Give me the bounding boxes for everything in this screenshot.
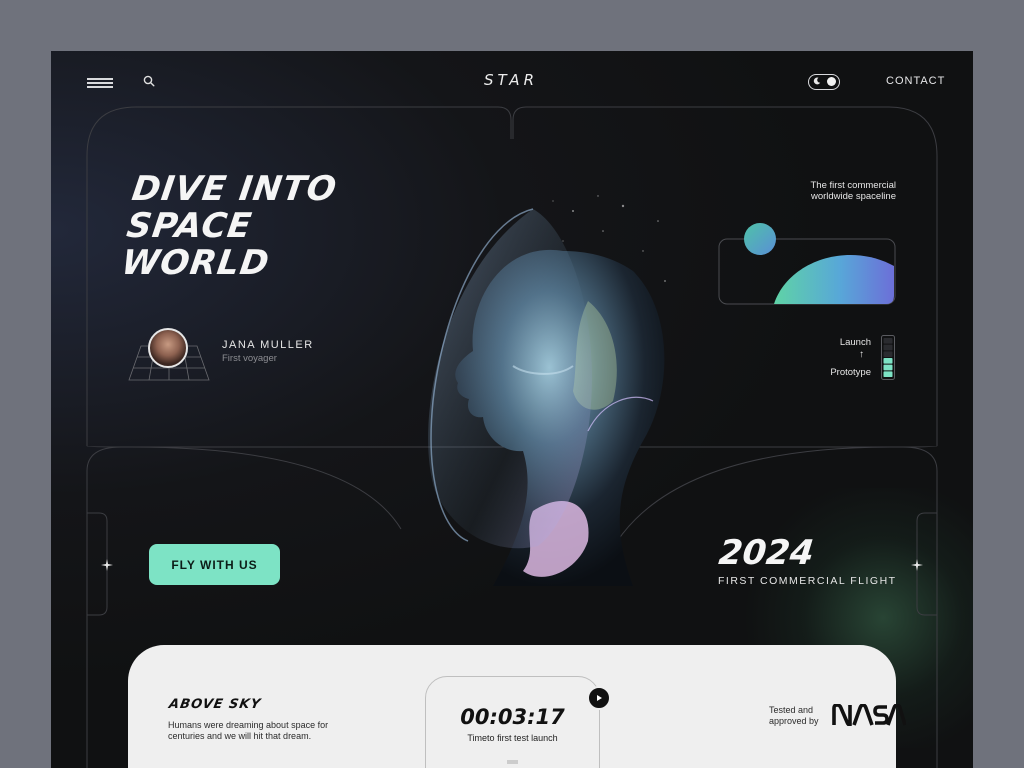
handle-icon	[507, 760, 518, 764]
stage-launch-label: Launch	[839, 337, 871, 348]
star-logo[interactable]: STAR	[461, 72, 561, 88]
menu-icon[interactable]	[87, 78, 113, 88]
svg-text:STAR: STAR	[484, 72, 538, 88]
avatar[interactable]	[148, 328, 188, 368]
stage-prototype-label: Prototype	[830, 367, 871, 378]
fly-with-us-button[interactable]: FLY WITH US	[149, 544, 280, 585]
search-icon[interactable]	[143, 75, 155, 87]
play-icon	[597, 695, 602, 701]
countdown-timer: 00:03:17	[460, 705, 565, 729]
flight-caption: FIRST COMMERCIAL FLIGHT	[718, 575, 897, 587]
astronaut-head-illustration	[428, 195, 666, 587]
above-sky-text: Humans were dreaming about space for cen…	[168, 720, 329, 741]
flight-year: 2024	[716, 533, 816, 573]
toggle-knob	[827, 77, 836, 86]
battery-segment-empty	[883, 344, 893, 351]
voyager-role: First voyager	[222, 353, 277, 364]
battery-segment-filled	[883, 358, 893, 364]
tested-text: Tested and approved by	[769, 705, 819, 726]
battery-segment-empty	[883, 351, 893, 357]
landing-page: STAR CONTACT DIVE INTO SPACE WORLD JANA …	[51, 51, 973, 768]
battery-segment-filled	[883, 371, 893, 377]
timer-caption: Timeto first test launch	[467, 733, 558, 743]
tagline: The first commercial worldwide spaceline	[731, 180, 896, 202]
contact-link[interactable]: CONTACT	[886, 75, 945, 87]
tagline-line: The first commercial	[810, 180, 896, 191]
theme-toggle[interactable]	[808, 74, 840, 90]
battery-segment-filled	[883, 364, 893, 371]
play-button[interactable]	[587, 686, 611, 710]
bottom-panel: ABOVE SKY Humans were dreaming about spa…	[128, 645, 906, 768]
nasa-logo	[832, 704, 906, 726]
timer-card: 00:03:17 Timeto first test launch	[425, 676, 600, 768]
sparkle-icon	[101, 559, 113, 571]
sparkle-icon	[911, 559, 923, 571]
tagline-line: worldwide spaceline	[810, 191, 896, 202]
voyager-name: JANA MULLER	[222, 339, 314, 351]
above-sky-title: ABOVE SKY	[167, 697, 263, 712]
planet-card	[718, 223, 896, 305]
battery-icon	[881, 335, 895, 380]
moon-icon	[813, 77, 821, 85]
stage-arrow: ↑	[859, 349, 864, 360]
battery-segment-empty	[883, 338, 893, 344]
